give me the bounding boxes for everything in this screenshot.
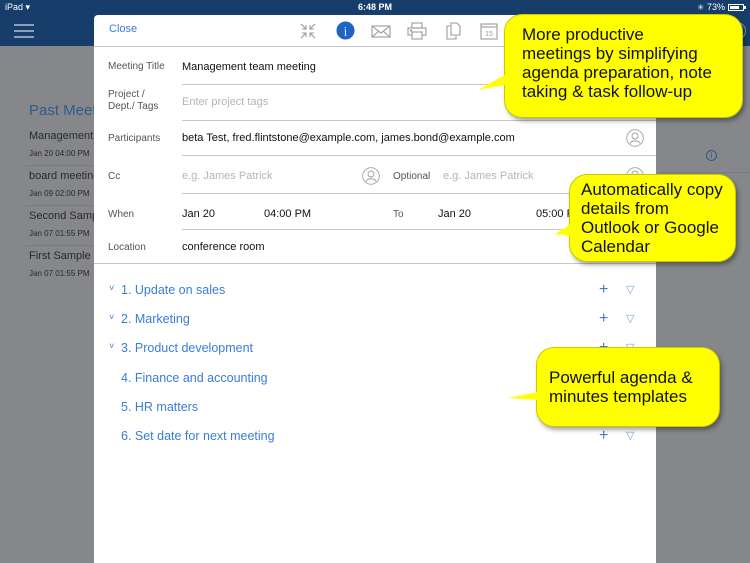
collapse-icon[interactable] xyxy=(298,22,318,40)
battery-percent: 73% xyxy=(706,2,725,12)
past-meeting-name: Management xyxy=(29,130,94,142)
divider xyxy=(26,205,96,206)
callout-line: agenda preparation, note xyxy=(522,63,712,82)
callout-line: minutes templates xyxy=(549,387,687,406)
callout-templates-text: Powerful agenda & minutes templates xyxy=(549,368,693,406)
past-meeting-name: board meeting xyxy=(29,170,99,182)
callout-tail xyxy=(478,72,510,90)
status-right: ✳ 73% xyxy=(697,2,746,12)
callout-tail xyxy=(508,392,538,400)
divider xyxy=(660,172,750,173)
location-input[interactable]: conference room xyxy=(182,241,265,253)
optional-input[interactable]: e.g. James Patrick xyxy=(443,170,533,182)
item-menu-triangle-icon[interactable]: ▽ xyxy=(626,429,634,442)
end-date[interactable]: Jan 20 xyxy=(438,208,471,220)
bluetooth-icon: ✳ xyxy=(697,2,704,12)
callout-line: Calendar xyxy=(581,237,650,256)
agenda-item-title[interactable]: 2. Marketing xyxy=(121,312,190,326)
info-icon[interactable]: i xyxy=(336,21,355,40)
background-info-icon[interactable]: i xyxy=(706,150,717,161)
agenda-item[interactable]: ˅ 1. Update on sales + ▽ xyxy=(94,281,656,307)
past-meeting-date: Jan 20 04:00 PM xyxy=(29,149,90,158)
callout-line: details from xyxy=(581,199,669,218)
start-time[interactable]: 04:00 PM xyxy=(264,208,311,220)
location-label: Location xyxy=(108,242,146,253)
past-meeting-date: Jan 07 01:55 PM xyxy=(29,229,90,238)
close-button[interactable]: Close xyxy=(109,23,137,35)
meeting-title-label: Meeting Title xyxy=(108,61,165,72)
add-subitem-icon[interactable]: + xyxy=(599,427,608,445)
callout-line: Outlook or Google xyxy=(581,218,719,237)
callout-line: meetings by simplifying xyxy=(522,44,698,63)
item-menu-triangle-icon[interactable]: ▽ xyxy=(626,312,634,325)
expand-chevron-icon[interactable]: ˅ xyxy=(109,283,114,293)
divider xyxy=(94,263,656,264)
battery-fill xyxy=(730,5,739,9)
divider xyxy=(182,120,656,121)
project-tags-label-line2: Dept./ Tags xyxy=(108,101,159,112)
battery-icon xyxy=(728,3,746,11)
svg-text:i: i xyxy=(344,24,348,38)
to-label: To xyxy=(393,209,404,220)
callout-line: More productive xyxy=(522,25,644,44)
divider xyxy=(26,165,96,166)
cc-input[interactable]: e.g. James Patrick xyxy=(182,170,272,182)
add-subitem-icon[interactable]: + xyxy=(599,310,608,328)
past-meetings-title: Past Meeti xyxy=(29,102,100,119)
add-subitem-icon[interactable]: + xyxy=(599,281,608,299)
svg-text:15: 15 xyxy=(485,31,493,38)
callout-line: taking & task follow-up xyxy=(522,82,693,101)
agenda-item[interactable]: ˅ 2. Marketing + ▽ xyxy=(94,310,656,336)
divider xyxy=(26,245,96,246)
agenda-item-title[interactable]: 3. Product development xyxy=(121,341,253,355)
past-meeting-item[interactable]: board meeting Jan 09 02:00 PM xyxy=(29,170,99,198)
past-meeting-item[interactable]: First Sample N Jan 07 01:55 PM xyxy=(29,250,99,278)
project-tags-label: Project / Dept./ Tags xyxy=(108,89,158,113)
optional-label: Optional xyxy=(393,171,431,182)
callout-auto-copy: Automatically copy details from Outlook … xyxy=(569,174,736,262)
item-menu-triangle-icon[interactable]: ▽ xyxy=(626,283,634,296)
agenda-item-title[interactable]: 4. Finance and accounting xyxy=(121,371,268,385)
callout-templates: Powerful agenda & minutes templates xyxy=(536,347,720,427)
callout-line: Automatically copy xyxy=(581,180,723,199)
callout-productive-text: More productive meetings by simplifying … xyxy=(522,25,712,101)
agenda-item-title[interactable]: 5. HR matters xyxy=(121,400,198,414)
past-meeting-date: Jan 09 02:00 PM xyxy=(29,189,90,198)
menu-icon[interactable] xyxy=(14,24,34,38)
agenda-item-title[interactable]: 6. Set date for next meeting xyxy=(121,429,275,443)
status-time: 6:48 PM xyxy=(357,2,392,12)
agenda-item[interactable]: 6. Set date for next meeting + ▽ xyxy=(94,427,656,453)
callout-line: Powerful agenda & xyxy=(549,368,693,387)
expand-chevron-icon[interactable]: ˅ xyxy=(109,312,114,322)
divider xyxy=(182,155,656,156)
callout-tail xyxy=(555,224,571,236)
callout-auto-copy-text: Automatically copy details from Outlook … xyxy=(581,180,723,256)
cc-label: Cc xyxy=(108,171,121,182)
past-meeting-name: Second Samp xyxy=(29,210,99,222)
past-meeting-name: First Sample N xyxy=(29,250,99,262)
add-cc-icon[interactable] xyxy=(362,167,380,185)
print-icon[interactable] xyxy=(407,22,427,40)
project-tags-label-line1: Project / xyxy=(108,89,145,100)
when-label: When xyxy=(108,209,135,220)
participants-input[interactable]: beta Test, fred.flintstone@example.com, … xyxy=(182,132,515,144)
callout-productive-meetings: More productive meetings by simplifying … xyxy=(504,14,743,118)
agenda-item-title[interactable]: 1. Update on sales xyxy=(121,283,225,297)
mail-icon[interactable] xyxy=(371,22,391,40)
project-tags-input[interactable]: Enter project tags xyxy=(182,96,268,108)
add-participant-icon[interactable] xyxy=(626,129,644,147)
status-bar: iPad ▾ 6:48 PM ✳ 73% xyxy=(0,0,750,14)
past-meeting-item[interactable]: Management Jan 20 04:00 PM xyxy=(29,130,99,158)
participants-label: Participants xyxy=(108,133,161,144)
past-meeting-date: Jan 07 01:55 PM xyxy=(29,269,90,278)
start-date[interactable]: Jan 20 xyxy=(182,208,215,220)
expand-chevron-icon[interactable]: ˅ xyxy=(109,341,114,351)
past-meeting-item[interactable]: Second Samp Jan 07 01:55 PM xyxy=(29,210,99,238)
copy-icon[interactable] xyxy=(443,22,463,40)
calendar-icon[interactable]: 15 xyxy=(479,22,499,40)
meeting-title-input[interactable]: Management team meeting xyxy=(182,61,316,73)
